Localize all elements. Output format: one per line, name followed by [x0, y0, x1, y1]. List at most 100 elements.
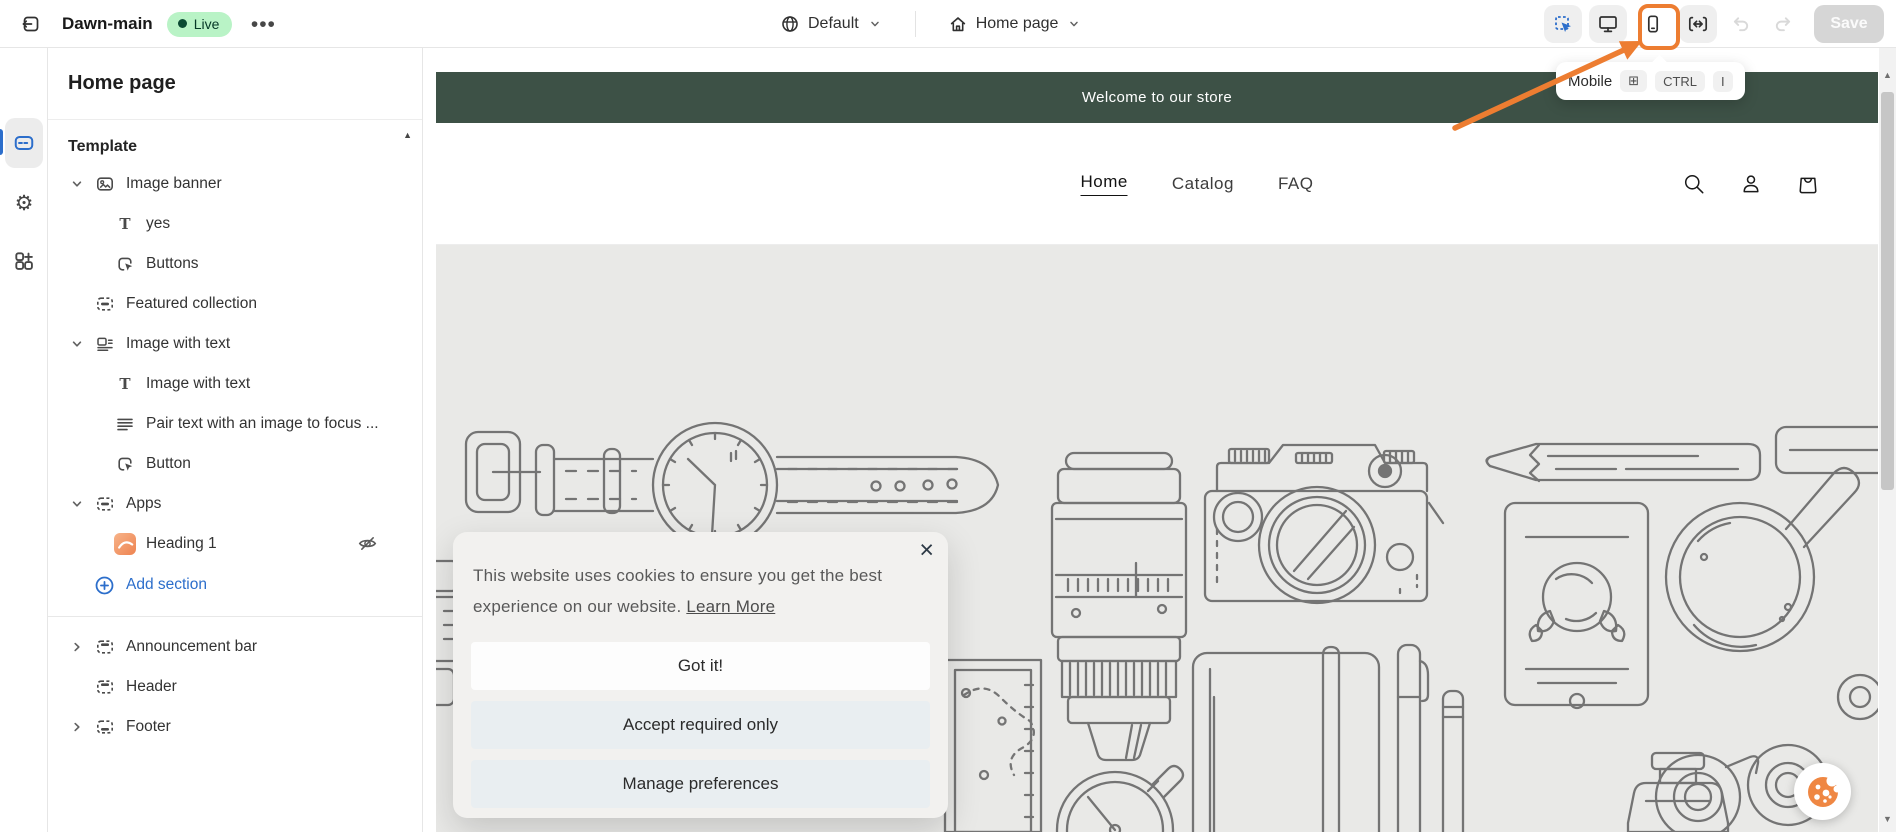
apps-icon	[13, 250, 35, 272]
store-preview: Welcome to our store Home Catalog FAQ × …	[436, 72, 1878, 832]
manage-preferences-button[interactable]: Manage preferences	[471, 760, 930, 808]
mobile-icon	[1642, 13, 1664, 35]
chevron-down-icon[interactable]	[68, 495, 94, 513]
hero-banner-section[interactable]: × This website uses cookies to ensure yo…	[436, 245, 1878, 832]
grid-key-badge: ⊞	[1620, 70, 1648, 92]
nav-link-home[interactable]: Home	[1080, 172, 1128, 196]
template-group-label: Template	[68, 138, 138, 155]
inspect-mode-button[interactable]	[1544, 5, 1582, 43]
chevron-right-icon[interactable]	[68, 718, 94, 736]
i-key-badge: I	[1713, 70, 1733, 92]
page-selector[interactable]: Home page	[940, 8, 1091, 40]
tree-item-image-banner[interactable]: Image banner	[48, 164, 422, 204]
toggle-visibility-button[interactable]	[357, 533, 378, 554]
preview-scrollbar[interactable]: ▲ ▼	[1879, 48, 1896, 832]
tree-item-yes[interactable]: T yes	[48, 204, 422, 244]
undo-button[interactable]	[1724, 7, 1758, 41]
cookie-settings-fab[interactable]	[1794, 763, 1851, 820]
live-dot-icon	[177, 19, 187, 28]
got-it-button[interactable]: Got it!	[471, 642, 930, 690]
locale-label: Default	[808, 15, 859, 32]
tree-item-apps[interactable]: Apps	[48, 484, 422, 524]
chevron-down-icon[interactable]	[68, 335, 94, 353]
tree-item-heading-1[interactable]: Heading 1	[48, 524, 422, 564]
paragraph-icon	[114, 414, 136, 434]
desktop-preview-button[interactable]	[1589, 5, 1627, 43]
inspect-cursor-icon	[1552, 13, 1574, 35]
nav-link-catalog[interactable]: Catalog	[1172, 174, 1234, 194]
cookie-icon	[1804, 773, 1842, 811]
chevron-down-icon[interactable]	[68, 175, 94, 193]
rail-item-apps[interactable]	[5, 242, 43, 280]
rail-item-sections[interactable]	[5, 118, 43, 168]
image-icon	[94, 174, 116, 194]
sections-icon	[13, 132, 35, 154]
ellipsis-icon: •••	[250, 12, 276, 36]
plus-circle-icon	[94, 575, 115, 596]
tree-item-pair-text[interactable]: Pair text with an image to focus ...	[48, 404, 422, 444]
scrollbar-up-icon[interactable]: ▲	[1879, 70, 1896, 80]
preview-stage: Welcome to our store Home Catalog FAQ × …	[423, 48, 1896, 832]
theme-name: Dawn-main	[62, 14, 153, 33]
gear-icon: ⚙	[14, 191, 34, 215]
globe-icon	[780, 14, 800, 34]
page-selector-label: Home page	[975, 15, 1059, 32]
mobile-tooltip: Mobile ⊞ CTRL I	[1556, 54, 1745, 100]
store-cart-button[interactable]	[1796, 172, 1820, 196]
ctrl-key-badge: CTRL	[1655, 70, 1706, 92]
search-icon	[1682, 172, 1706, 196]
save-button[interactable]: Save	[1814, 5, 1884, 43]
scrollbar-down-icon[interactable]: ▼	[1879, 814, 1896, 824]
add-section-button[interactable]: Add section	[48, 564, 422, 606]
exit-editor-button[interactable]	[14, 7, 48, 41]
redo-icon	[1772, 14, 1793, 35]
locale-selector[interactable]: Default	[772, 8, 891, 40]
button-cursor-icon	[114, 254, 136, 274]
section-icon	[94, 294, 116, 314]
redo-button[interactable]	[1765, 7, 1799, 41]
topbar: Dawn-main Live ••• Default Home page Sav…	[0, 0, 1896, 48]
store-account-button[interactable]	[1739, 172, 1763, 196]
tree-item-featured-collection[interactable]: Featured collection	[48, 284, 422, 324]
more-actions-button[interactable]: •••	[246, 7, 280, 41]
chevron-down-icon	[1066, 16, 1082, 32]
scroll-up-icon[interactable]: ▲	[403, 130, 412, 140]
svg-text:T: T	[119, 215, 131, 233]
live-status-badge: Live	[166, 11, 233, 37]
tree-item-announcement-bar[interactable]: Announcement bar	[48, 627, 422, 667]
image-with-text-icon	[94, 334, 116, 354]
announcement-section-icon	[94, 637, 116, 657]
undo-icon	[1731, 14, 1752, 35]
store-header[interactable]: Home Catalog FAQ	[436, 123, 1878, 245]
tree-item-buttons[interactable]: Buttons	[48, 244, 422, 284]
learn-more-link[interactable]: Learn More	[686, 597, 775, 616]
svg-text:T: T	[119, 375, 131, 393]
accept-required-only-button[interactable]: Accept required only	[471, 701, 930, 749]
fullwidth-preview-button[interactable]	[1679, 5, 1717, 43]
scrollbar-thumb[interactable]	[1881, 92, 1894, 490]
account-icon	[1739, 172, 1763, 196]
tree-divider	[48, 616, 422, 617]
tree-item-footer[interactable]: Footer	[48, 707, 422, 747]
store-nav: Home Catalog FAQ	[1080, 172, 1314, 196]
mobile-preview-button[interactable]	[1634, 5, 1672, 43]
active-rail-indicator	[0, 129, 3, 155]
tree-item-image-with-text[interactable]: Image with text	[48, 324, 422, 364]
exit-icon	[20, 13, 42, 35]
tree-item-header[interactable]: Header	[48, 667, 422, 707]
resize-width-icon	[1687, 13, 1709, 35]
text-icon: T	[114, 214, 136, 234]
home-icon	[948, 14, 968, 34]
tree-item-image-with-text-heading[interactable]: T Image with text	[48, 364, 422, 404]
cookie-message: This website uses cookies to ensure you …	[473, 566, 883, 616]
live-badge-label: Live	[193, 15, 220, 32]
nav-link-faq[interactable]: FAQ	[1278, 174, 1314, 194]
chevron-right-icon[interactable]	[68, 638, 94, 656]
store-search-button[interactable]	[1682, 172, 1706, 196]
rail-item-theme-settings[interactable]: ⚙	[5, 184, 43, 222]
desktop-icon	[1597, 13, 1619, 35]
close-icon[interactable]: ×	[919, 538, 934, 563]
announcement-text: Welcome to our store	[1081, 89, 1233, 106]
tree-item-button[interactable]: Button	[48, 444, 422, 484]
section-icon	[94, 494, 116, 514]
